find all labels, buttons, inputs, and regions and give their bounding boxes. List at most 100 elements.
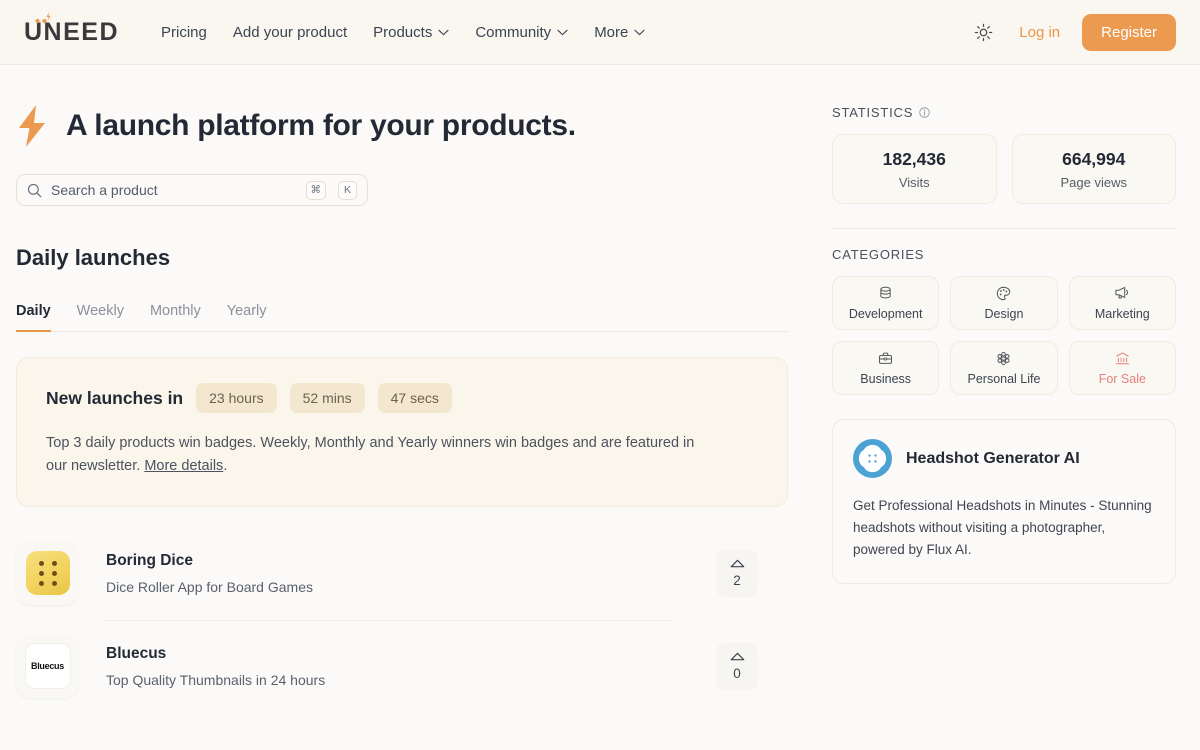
stat-value: 182,436 [882, 149, 946, 169]
category-label: Personal Life [967, 371, 1041, 386]
nav-label: Products [373, 23, 433, 41]
category-design[interactable]: Design [950, 276, 1058, 330]
statistics-label-text: STATISTICS [832, 105, 914, 120]
banner-description-suffix: . [223, 458, 228, 475]
logo-mark: UNEED [24, 11, 119, 45]
category-marketing[interactable]: Marketing [1068, 276, 1176, 330]
bluecus-logo-text: Bluecus [31, 661, 64, 672]
section-title: Daily launches [16, 245, 171, 270]
upvote-triangle-icon [730, 559, 744, 568]
header-actions: Log in Register [969, 13, 1176, 51]
nav-label: Pricing [161, 23, 207, 41]
nav-item-products[interactable]: Products [373, 24, 449, 41]
login-link[interactable]: Log in [1019, 24, 1060, 41]
product-description: Top Quality Thumbnails in 24 hours [106, 671, 326, 688]
tab-weekly[interactable]: Weekly [77, 303, 124, 332]
site-logo[interactable]: UNEED [24, 11, 119, 45]
promo-description: Get Professional Headshots in Minutes - … [853, 498, 1152, 557]
promo-header: Headshot Generator AI [853, 439, 1155, 478]
sidebar-divider [832, 228, 1176, 229]
chevron-down-icon [634, 29, 645, 35]
main-column: A launch platform for your products. ⌘ K… [16, 65, 788, 713]
upvote-button[interactable]: 0 [716, 642, 758, 690]
logo-sparkle-icon [35, 11, 51, 23]
product-name: Bluecus [106, 644, 167, 662]
categories-label: CATEGORIES [832, 247, 1176, 262]
info-icon[interactable] [919, 107, 930, 118]
product-info: Boring Dice Dice Roller App for Board Ga… [106, 552, 716, 595]
tab-daily[interactable]: Daily [16, 303, 51, 332]
product-name: Boring Dice [106, 551, 193, 569]
theme-toggle-button[interactable] [969, 18, 997, 46]
statistics-cards: 182,436 Visits 664,994 Page views [832, 134, 1176, 204]
main-nav: Pricing Add your product Products Commun… [161, 24, 645, 41]
nav-label: More [594, 23, 629, 41]
countdown-seconds: 47 secs [377, 383, 452, 413]
search-input[interactable] [51, 182, 294, 198]
stat-value: 664,994 [1062, 149, 1126, 169]
stat-label: Visits [898, 175, 930, 190]
period-tabs: Daily Weekly Monthly Yearly [16, 303, 788, 332]
flower-icon [997, 351, 1011, 365]
countdown-minutes: 52 mins [289, 383, 365, 413]
nav-item-pricing[interactable]: Pricing [161, 24, 207, 41]
nav-label: Add your product [232, 23, 348, 41]
page-title: A launch platform for your products. [66, 109, 576, 142]
statistics-label: STATISTICS [832, 105, 1176, 120]
nav-item-add-your-product[interactable]: Add your product [233, 24, 347, 41]
product-description: Dice Roller App for Board Games [106, 578, 313, 595]
table-row[interactable]: Bluecus Bluecus Top Quality Thumbnails i… [16, 619, 788, 713]
nav-item-community[interactable]: Community [475, 24, 568, 41]
countdown-title: New launches in [46, 387, 184, 408]
palette-icon [997, 286, 1011, 300]
lightning-bolt-icon [19, 105, 45, 147]
category-label: For Sale [1098, 371, 1146, 386]
stat-label: Page views [1060, 175, 1127, 190]
categories-grid: Development Design Marketing Business Pe… [832, 276, 1176, 395]
stat-card-page-views: 664,994 Page views [1011, 134, 1176, 204]
countdown-row: New launches in 23 hours 52 mins 47 secs [46, 383, 758, 413]
more-details-link[interactable]: More details [144, 458, 223, 474]
megaphone-icon [1115, 286, 1129, 299]
page-body: A launch platform for your products. ⌘ K… [0, 65, 1200, 713]
category-business[interactable]: Business [832, 341, 940, 395]
bank-icon [1115, 351, 1129, 364]
headshot-generator-logo [853, 439, 892, 478]
countdown-banner: New launches in 23 hours 52 mins 47 secs… [16, 357, 788, 507]
category-for-sale[interactable]: For Sale [1068, 341, 1176, 395]
table-row[interactable]: Boring Dice Dice Roller App for Board Ga… [16, 527, 788, 620]
product-list: Boring Dice Dice Roller App for Board Ga… [16, 527, 788, 713]
register-button[interactable]: Register [1082, 13, 1176, 51]
tab-yearly[interactable]: Yearly [227, 303, 267, 332]
categories-label-text: CATEGORIES [832, 247, 925, 262]
tab-monthly[interactable]: Monthly [150, 303, 201, 332]
database-icon [880, 286, 891, 298]
dice-icon [25, 551, 70, 596]
category-label: Business [860, 371, 912, 386]
nav-label: Community [475, 23, 552, 41]
upvote-count: 0 [733, 665, 741, 681]
category-label: Design [984, 306, 1024, 321]
category-personal-life[interactable]: Personal Life [950, 341, 1058, 395]
site-header: UNEED Pricing Add your product Products … [0, 0, 1200, 65]
search-icon [27, 183, 42, 197]
hero-section: A launch platform for your products. [16, 104, 788, 148]
category-development[interactable]: Development [832, 276, 940, 330]
promo-card[interactable]: Headshot Generator AI Get Professional H… [832, 419, 1176, 584]
chevron-down-icon [438, 29, 449, 35]
shortcut-key-cmd: ⌘ [305, 180, 326, 200]
promo-title: Headshot Generator AI [906, 449, 1080, 467]
sun-icon [974, 23, 993, 41]
banner-description: Top 3 daily products win badges. Weekly,… [46, 432, 718, 479]
sidebar: STATISTICS 182,436 Visits 664,994 Page v… [832, 65, 1176, 713]
upvote-button[interactable]: 2 [716, 549, 758, 597]
upvote-count: 2 [733, 572, 741, 588]
briefcase-icon [879, 352, 893, 364]
chevron-down-icon [557, 29, 568, 35]
stat-card-visits: 182,436 Visits [832, 134, 997, 204]
category-label: Development [848, 306, 923, 321]
search-box[interactable]: ⌘ K [16, 174, 368, 206]
nav-item-more[interactable]: More [594, 24, 645, 41]
shortcut-key-k: K [338, 180, 357, 200]
product-info: Bluecus Top Quality Thumbnails in 24 hou… [106, 645, 716, 688]
